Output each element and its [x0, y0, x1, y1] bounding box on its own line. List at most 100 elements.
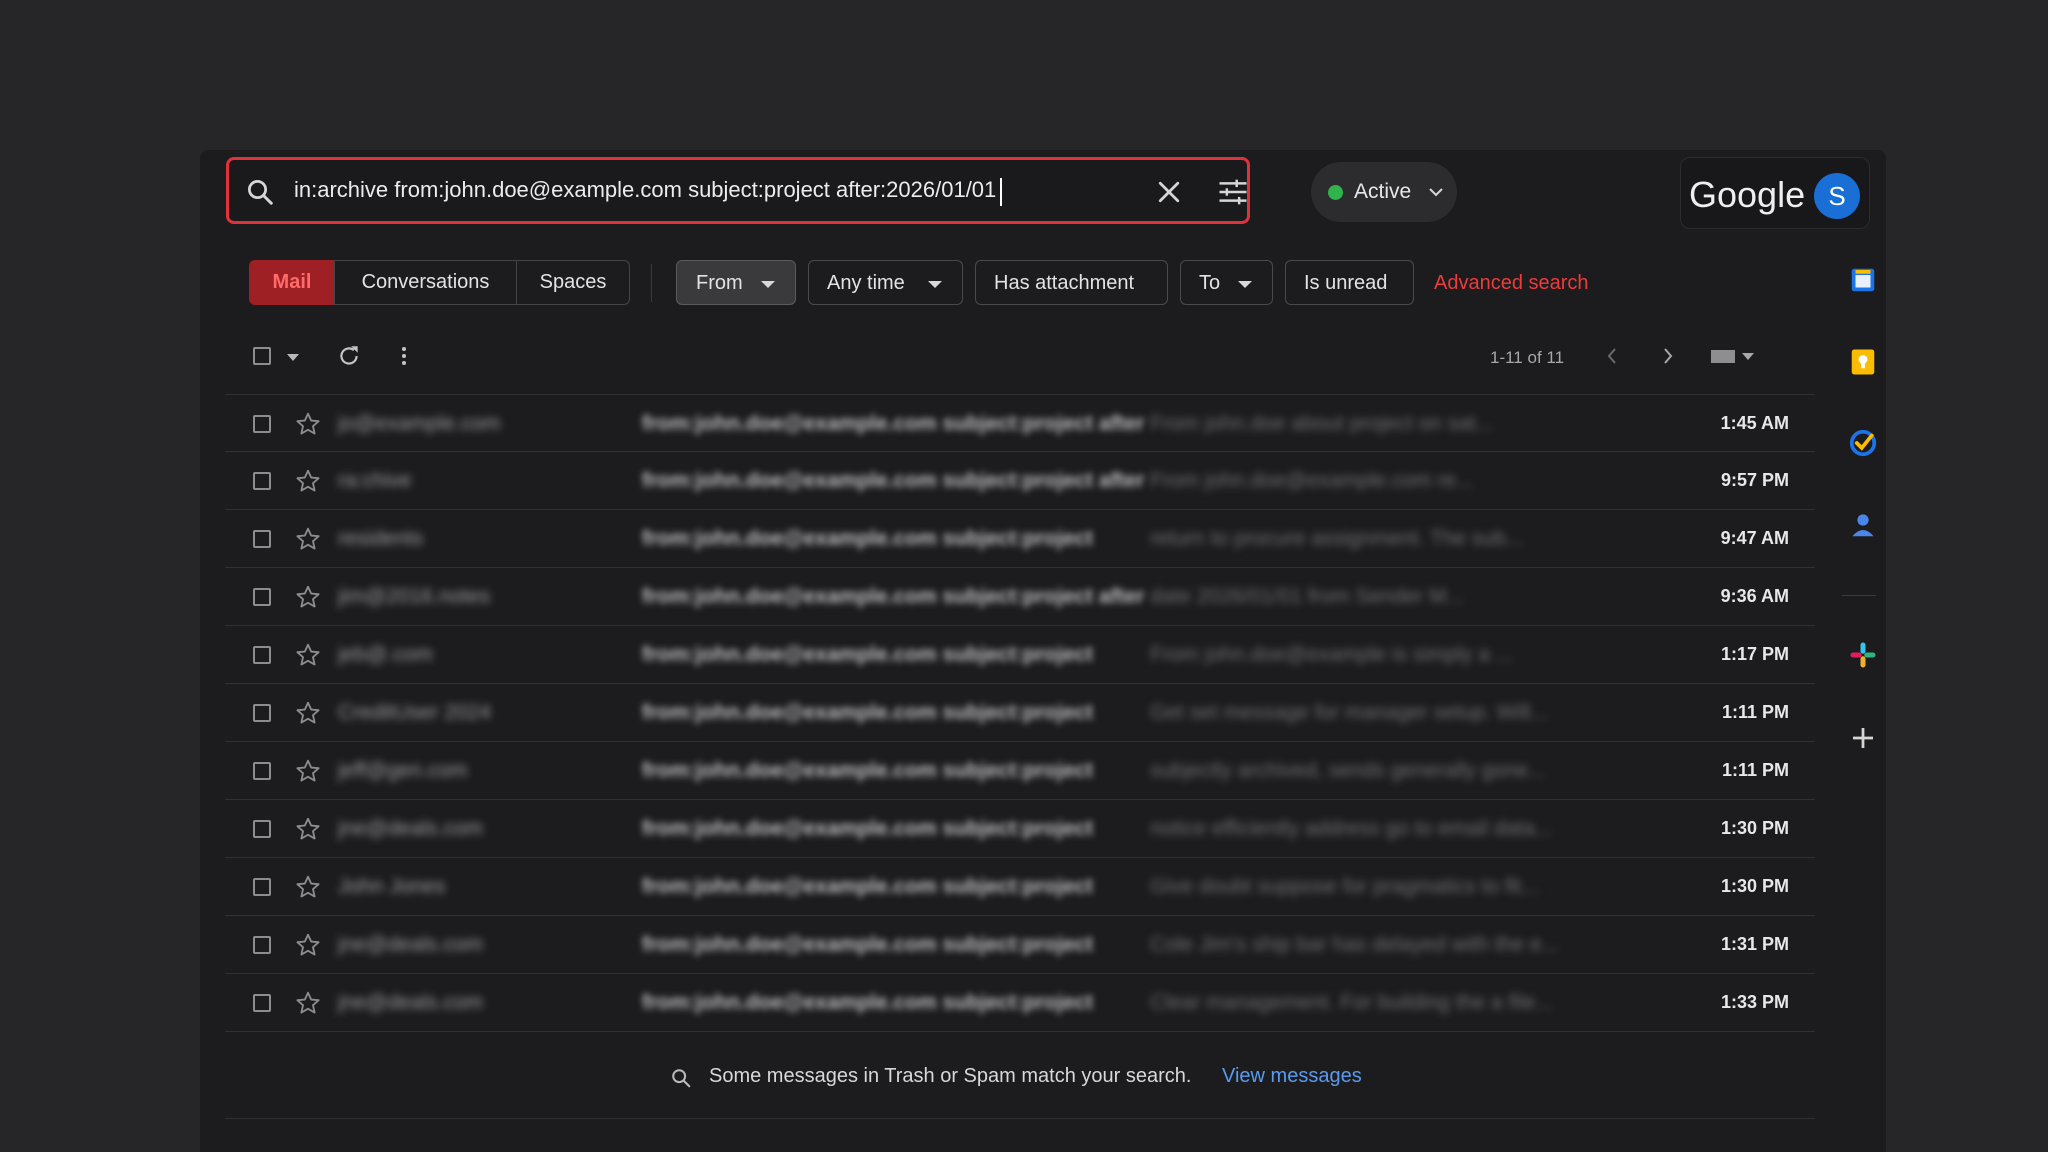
next-page-icon[interactable]	[1661, 346, 1675, 366]
email-sender: jeff@gen.com	[338, 759, 468, 782]
advanced-search-link[interactable]: Advanced search	[1434, 272, 1589, 295]
star-icon[interactable]	[295, 468, 321, 494]
email-row[interactable]: jo@example.com from:john.doe@example.com …	[225, 394, 1815, 452]
star-icon[interactable]	[295, 932, 321, 958]
email-row[interactable]: jne@deals.com from:john.doe@example.com s…	[225, 916, 1815, 974]
row-checkbox[interactable]	[253, 762, 271, 780]
rail-divider	[1842, 595, 1876, 596]
email-time: 9:47 AM	[1720, 528, 1789, 548]
add-icon[interactable]	[1848, 723, 1878, 753]
account-area: Google S	[1680, 157, 1870, 229]
tab-mail[interactable]: Mail	[249, 260, 335, 305]
email-row[interactable]: jeb@.com from:john.doe@example.com subjec…	[225, 626, 1815, 684]
star-icon[interactable]	[295, 758, 321, 784]
row-checkbox[interactable]	[253, 994, 271, 1012]
filter-divider	[651, 264, 652, 302]
row-checkbox[interactable]	[253, 588, 271, 606]
keep-icon[interactable]	[1848, 347, 1878, 377]
view-messages-link[interactable]: View messages	[1222, 1065, 1362, 1088]
pagination-count: 1-11 of 11	[1490, 348, 1565, 367]
chip-label: To	[1199, 272, 1221, 294]
email-time: 1:31 PM	[1720, 934, 1789, 954]
calendar-icon[interactable]	[1848, 265, 1878, 295]
time-filter-chip[interactable]: Any time	[808, 260, 963, 305]
email-sender: jne@deals.com	[338, 991, 484, 1014]
email-subject: from:john.doe@example.com subject:projec…	[642, 469, 1145, 492]
star-icon[interactable]	[295, 700, 321, 726]
email-sender: residents	[338, 527, 424, 550]
chip-label: From	[696, 272, 743, 294]
chip-label: Any time	[827, 272, 905, 294]
chevron-down-icon	[1429, 188, 1443, 197]
email-subject: from:john.doe@example.com subject:projec…	[642, 991, 1094, 1014]
contacts-icon[interactable]	[1848, 510, 1878, 540]
from-filter-chip[interactable]: From	[676, 260, 796, 305]
email-sender: ra:chive	[338, 469, 412, 492]
avatar[interactable]: S	[1814, 173, 1860, 219]
row-checkbox[interactable]	[253, 646, 271, 664]
row-checkbox[interactable]	[253, 820, 271, 838]
star-icon[interactable]	[295, 584, 321, 610]
row-checkbox[interactable]	[253, 530, 271, 548]
search-icon[interactable]	[245, 177, 275, 207]
prev-page-icon[interactable]	[1605, 346, 1619, 366]
unread-filter-chip[interactable]: Is unread	[1285, 260, 1414, 305]
to-filter-chip[interactable]: To	[1180, 260, 1273, 305]
star-icon[interactable]	[295, 411, 321, 437]
email-row[interactable]: John Jones from:john.doe@example.com subj…	[225, 858, 1815, 916]
email-row[interactable]: residents from:john.doe@example.com subje…	[225, 510, 1815, 568]
email-row[interactable]: ra:chive from:john.doe@example.com subjec…	[225, 452, 1815, 510]
email-time: 1:45 AM	[1720, 413, 1789, 433]
email-row[interactable]: CreditUser 2024 from:john.doe@example.com…	[225, 684, 1815, 742]
email-time: 1:11 PM	[1721, 702, 1789, 722]
dropdown-arrow-icon	[1238, 281, 1252, 288]
divider	[225, 1118, 1815, 1119]
email-row[interactable]: jim@2016.notes from:john.doe@example.com …	[225, 568, 1815, 626]
row-checkbox[interactable]	[253, 878, 271, 896]
star-icon[interactable]	[295, 642, 321, 668]
refresh-icon[interactable]	[336, 343, 362, 369]
chip-label: Is unread	[1304, 272, 1388, 294]
close-icon[interactable]	[1154, 177, 1184, 207]
email-sender: jo@example.com	[338, 412, 501, 435]
search-bar[interactable]	[226, 157, 1250, 224]
row-checkbox[interactable]	[253, 704, 271, 722]
email-row[interactable]: jne@deals.com from:john.doe@example.com s…	[225, 974, 1815, 1032]
gmail-window: Active Google S Mail Conversations Space…	[200, 150, 1886, 1152]
email-time: 1:30 PM	[1720, 818, 1789, 838]
tasks-icon[interactable]	[1848, 428, 1878, 458]
notice-text: Some messages in Trash or Spam match you…	[709, 1065, 1192, 1087]
google-logo: Google	[1689, 174, 1806, 215]
star-icon[interactable]	[295, 874, 321, 900]
row-checkbox[interactable]	[253, 415, 271, 433]
email-time: 9:57 PM	[1720, 470, 1789, 490]
attachment-filter-chip[interactable]: Has attachment	[975, 260, 1168, 305]
email-row[interactable]: jne@deals.com from:john.doe@example.com s…	[225, 800, 1815, 858]
email-subject: from:john.doe@example.com subject:projec…	[642, 585, 1145, 608]
select-all-checkbox[interactable]	[253, 347, 271, 365]
email-subject: from:john.doe@example.com subject:projec…	[642, 933, 1094, 956]
tune-icon[interactable]	[1217, 177, 1249, 207]
email-time: 1:30 PM	[1720, 876, 1789, 896]
slack-icon[interactable]	[1848, 640, 1878, 670]
row-checkbox[interactable]	[253, 936, 271, 954]
email-sender: jeb@.com	[338, 643, 433, 666]
tab-spaces[interactable]: Spaces	[516, 260, 630, 305]
row-checkbox[interactable]	[253, 472, 271, 490]
star-icon[interactable]	[295, 990, 321, 1016]
tab-conversations[interactable]: Conversations	[334, 260, 517, 305]
select-dropdown-icon[interactable]	[286, 352, 300, 362]
search-input[interactable]	[294, 170, 1034, 210]
email-time: 1:33 PM	[1720, 992, 1789, 1012]
star-icon[interactable]	[295, 526, 321, 552]
dropdown-arrow-icon	[928, 281, 942, 288]
email-sender: jne@deals.com	[338, 933, 484, 956]
email-subject: from:john.doe@example.com subject:projec…	[642, 527, 1094, 550]
status-dropdown[interactable]: Active	[1311, 162, 1457, 222]
density-toggle-icon[interactable]	[1710, 347, 1758, 365]
star-icon[interactable]	[295, 816, 321, 842]
chip-label: Has attachment	[994, 272, 1135, 294]
email-subject: from:john.doe@example.com subject:projec…	[642, 701, 1094, 724]
more-vert-icon[interactable]	[398, 344, 410, 368]
email-row[interactable]: jeff@gen.com from:john.doe@example.com su…	[225, 742, 1815, 800]
